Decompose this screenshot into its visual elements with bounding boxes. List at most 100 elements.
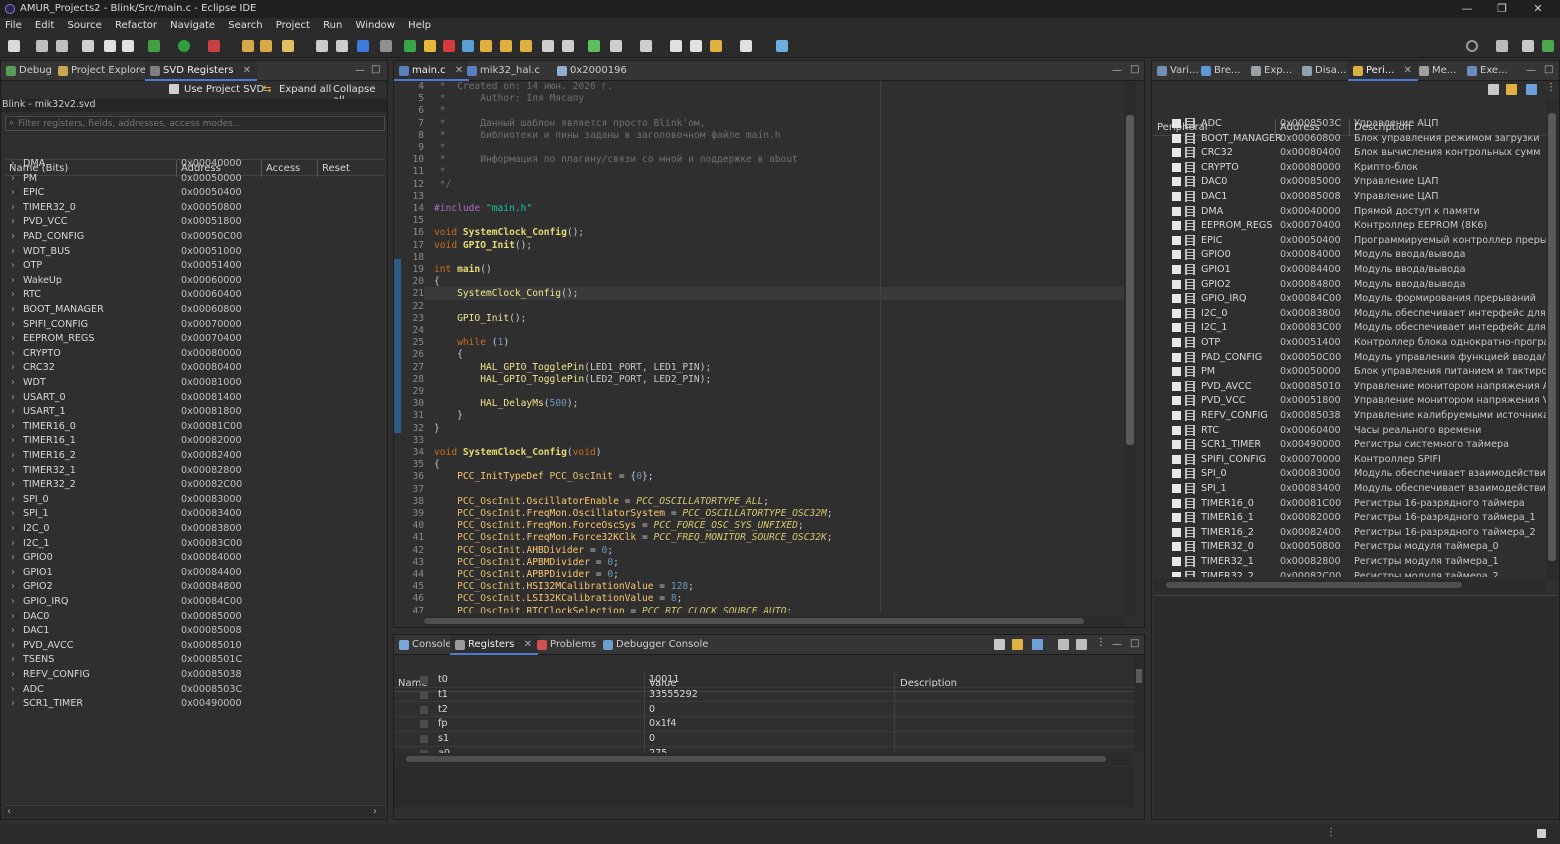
tab-address[interactable]: 0x2000196	[552, 61, 633, 81]
checkbox[interactable]	[1172, 235, 1181, 245]
minimize-view-icon[interactable]: —	[1112, 639, 1122, 650]
use-project-svd-button[interactable]: Use Project SVD	[184, 84, 264, 95]
peripheral-row[interactable]: TIMER16_1 0x00082000 Регистры 16-разрядног…	[1154, 511, 1546, 526]
tab-disassembly[interactable]: Disa...	[1297, 61, 1352, 81]
checkbox[interactable]	[1172, 440, 1181, 450]
checkbox[interactable]	[1172, 279, 1181, 289]
svd-register-row[interactable]: › EEPROM_REGS 0x00070400	[5, 332, 385, 347]
expand-arrow-icon[interactable]: ›	[11, 304, 15, 315]
svd-register-row[interactable]: › WakeUp 0x00060000	[5, 274, 385, 289]
checkbox[interactable]	[1172, 513, 1181, 523]
svd-register-row[interactable]: › ADC 0x0008503C	[5, 683, 385, 698]
peripheral-row[interactable]: PVD_VCC 0x00051800 Управление монитором на…	[1154, 394, 1546, 409]
maximize-button[interactable]: ❐	[1487, 2, 1517, 15]
checkbox[interactable]	[1172, 352, 1181, 362]
checkbox[interactable]	[1172, 498, 1181, 508]
expand-arrow-icon[interactable]: ›	[11, 348, 15, 359]
checkbox[interactable]	[1172, 338, 1181, 347]
register-row[interactable]: s1 0	[394, 732, 1134, 747]
checkbox[interactable]	[1172, 265, 1181, 274]
svd-register-row[interactable]: › TIMER16_0 0x00081C00	[5, 420, 385, 435]
registers-hscroll[interactable]	[394, 753, 1134, 765]
step-return-icon[interactable]	[520, 40, 532, 52]
peripheral-row[interactable]: PAD_CONFIG 0x00050C00 Модуль управления фу…	[1154, 351, 1546, 366]
expand-arrow-icon[interactable]: ›	[11, 362, 15, 373]
expand-arrow-icon[interactable]: ›	[11, 260, 15, 271]
redo-icon[interactable]	[122, 40, 134, 52]
register-row[interactable]: t2 0	[394, 702, 1134, 718]
checkbox[interactable]	[1172, 250, 1181, 260]
expand-arrow-icon[interactable]: ›	[11, 523, 15, 534]
checkbox[interactable]	[1172, 221, 1181, 231]
checkbox[interactable]	[1172, 119, 1181, 128]
svd-register-row[interactable]: › TIMER32_0 0x00050800	[5, 201, 385, 216]
peripheral-row[interactable]: PM 0x00050000 Блок управления питанием и т…	[1154, 365, 1546, 380]
tab-memory[interactable]: Me...	[1414, 61, 1462, 81]
debug-icon[interactable]	[148, 40, 160, 52]
expand-arrow-icon[interactable]: ›	[11, 669, 15, 680]
peripheral-row[interactable]: OTP 0x00051400 Контроллер блока однократно…	[1154, 336, 1546, 351]
peripheral-row[interactable]: SPIFI_CONFIG 0x00070000 Контроллер SPIFI	[1154, 453, 1546, 468]
svd-register-row[interactable]: › USART_1 0x00081800	[5, 405, 385, 420]
expand-arrow-icon[interactable]: ›	[11, 275, 15, 286]
disconnect-icon[interactable]	[462, 40, 474, 52]
checkbox[interactable]	[1172, 469, 1181, 479]
svd-register-row[interactable]: › DAC0 0x00085000	[5, 610, 385, 625]
tab-breakpoints[interactable]: Bre...	[1196, 61, 1246, 81]
pin-icon[interactable]	[776, 40, 788, 52]
register-row[interactable]: fp 0x1f4	[394, 717, 1134, 732]
expand-arrow-icon[interactable]: ›	[11, 640, 15, 651]
undo-icon[interactable]	[104, 40, 116, 52]
expand-arrow-icon[interactable]: ›	[11, 654, 15, 665]
checkbox[interactable]	[1172, 381, 1181, 391]
import-icon[interactable]	[1076, 639, 1087, 650]
maximize-view-icon[interactable]: □	[371, 64, 380, 75]
close-icon[interactable]: ✕	[524, 639, 532, 650]
peripheral-row[interactable]: DAC1 0x00085008 Управление ЦАП	[1154, 190, 1546, 205]
step-into-icon[interactable]	[480, 40, 492, 52]
peripheral-row[interactable]: TIMER32_1 0x00082800 Регистры модуля тайме…	[1154, 555, 1546, 570]
svd-register-row[interactable]: › REFV_CONFIG 0x00085038	[5, 668, 385, 683]
peripheral-row[interactable]: DAC0 0x00085000 Управление ЦАП	[1154, 175, 1546, 190]
filter-input[interactable]	[18, 117, 378, 130]
tab-debug[interactable]: Debug	[1, 61, 58, 81]
peripheral-row[interactable]: CRC32 0x00080400 Блок вычисления контрольн…	[1154, 146, 1546, 161]
forward-icon[interactable]	[690, 40, 702, 52]
menu-search[interactable]: Search	[223, 18, 267, 31]
maximize-view-icon[interactable]: □	[1544, 64, 1553, 75]
minimize-view-icon[interactable]: —	[1526, 65, 1536, 76]
maximize-view-icon[interactable]: □	[1130, 638, 1139, 649]
peripheral-row[interactable]: PVD_AVCC 0x00085010 Управление монитором н…	[1154, 380, 1546, 395]
view-menu-icon[interactable]: ⋮	[1546, 82, 1556, 93]
expand-arrow-icon[interactable]: ›	[11, 698, 15, 709]
menu-file[interactable]: File	[0, 18, 27, 31]
svd-register-row[interactable]: › TIMER16_1 0x00082000	[5, 434, 385, 449]
close-button[interactable]: ✕	[1523, 2, 1553, 15]
maximize-view-icon[interactable]: □	[1130, 64, 1139, 75]
minimize-view-icon[interactable]: —	[1112, 65, 1122, 76]
save-all-icon[interactable]	[56, 40, 68, 52]
menu-help[interactable]: Help	[403, 18, 436, 31]
registers-vscroll[interactable]	[1134, 655, 1144, 753]
peripheral-row[interactable]: GPIO2 0x00084800 Модуль ввода/вывода	[1154, 278, 1546, 293]
collapse-all-icon[interactable]	[994, 639, 1005, 650]
expand-arrow-icon[interactable]: ›	[11, 216, 15, 227]
tab-executables[interactable]: Exe...	[1462, 61, 1514, 81]
collapse-all-icon[interactable]	[1488, 84, 1499, 95]
svd-register-row[interactable]: › TIMER32_2 0x00082C00	[5, 478, 385, 493]
register-value[interactable]: 10011	[649, 674, 680, 685]
tab-console[interactable]: Console	[394, 635, 458, 655]
tab-mik32-hal-c[interactable]: mik32_hal.c	[462, 61, 546, 81]
peripheral-row[interactable]: I2C_0 0x00083800 Модуль обеспечивает интер…	[1154, 307, 1546, 322]
svd-register-row[interactable]: › TSENS 0x0008501C	[5, 653, 385, 668]
prev-annotation-icon[interactable]	[640, 40, 652, 52]
scroll-thumb[interactable]	[1166, 582, 1462, 588]
scroll-thumb[interactable]	[406, 756, 1106, 762]
checkbox[interactable]	[1172, 308, 1181, 318]
peripheral-row[interactable]: TIMER16_0 0x00081C00 Регистры 16-разрядног…	[1154, 497, 1546, 512]
register-value[interactable]: 33555292	[649, 689, 698, 700]
save-icon[interactable]	[36, 40, 48, 52]
svd-register-row[interactable]: › I2C_0 0x00083800	[5, 522, 385, 537]
tab-debugger-console[interactable]: Debugger Console	[598, 635, 714, 655]
svd-register-row[interactable]: › BOOT_MANAGER 0x00060800	[5, 303, 385, 318]
